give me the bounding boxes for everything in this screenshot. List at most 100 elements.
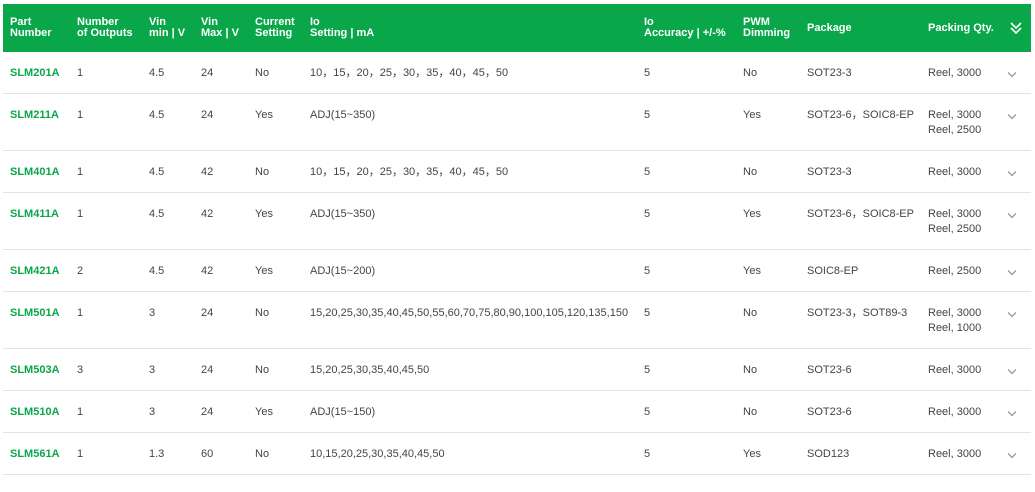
header-line: Max | V: [201, 27, 239, 39]
cell-pwm-dimming: No: [743, 406, 758, 418]
table-row[interactable]: SLM401A 1 4.5 42 No 10，15，20，25，30，35，40，45，5…: [3, 151, 1031, 193]
table-row[interactable]: SLM510A 1 3 24 Yes ADJ(15~150) 5 No SOT23-6 Reel,…: [3, 391, 1031, 433]
table-row[interactable]: SLM561A 1 1.3 60 No 10,15,20,25,30,35,40,45,5…: [3, 433, 1031, 475]
cell-pwm-dimming: Yes: [743, 109, 761, 121]
cell-current-setting: No: [255, 307, 270, 319]
chevron-down-icon[interactable]: [1007, 111, 1017, 120]
cell-vin-max: 42: [201, 166, 214, 178]
chevron-down-icon[interactable]: [1007, 366, 1017, 375]
cell-part-number[interactable]: SLM510A: [10, 405, 60, 420]
header-line: Setting: [255, 27, 293, 39]
chevron-down-icon[interactable]: [1007, 168, 1017, 177]
header-packing-qty: Packing Qty.: [928, 4, 994, 52]
cell-io-accuracy: 5: [644, 448, 651, 460]
cell-vin-max: 42: [201, 208, 214, 220]
chevron-down-icon[interactable]: [1007, 450, 1017, 459]
table-row[interactable]: SLM503A 3 3 24 No 15,20,25,30,35,40,45,50 5 No S…: [3, 349, 1031, 391]
cell-vin-min: 4.5: [149, 67, 165, 79]
cell-io-accuracy: 5: [644, 208, 651, 220]
chevron-down-icon[interactable]: [1007, 267, 1017, 276]
cell-output-count: 1: [77, 448, 84, 460]
cell-io-accuracy: 5: [644, 265, 651, 277]
header-line: Package: [807, 21, 852, 34]
cell-current-setting: Yes: [255, 265, 273, 277]
cell-vin-min: 4.5: [149, 109, 165, 121]
cell-pwm-dimming: No: [743, 364, 758, 376]
chevron-down-icon[interactable]: [1007, 408, 1017, 417]
cell-part-number[interactable]: SLM201A: [10, 66, 60, 81]
cell-io-setting: 10,15,20,25,30,35,40,45,50: [310, 448, 445, 460]
cell-part-number[interactable]: SLM503A: [10, 363, 60, 378]
packing-line: Reel, 3000: [928, 406, 982, 418]
cell-output-count: 1: [77, 67, 84, 79]
cell-vin-min: 3: [149, 406, 156, 418]
cell-vin-min: 1.3: [149, 448, 165, 460]
table-row[interactable]: SLM501A 1 3 24 No 15,20,25,30,35,40,45,50,55,…: [3, 292, 1031, 349]
cell-part-number[interactable]: SLM561A: [10, 447, 60, 462]
cell-part-number[interactable]: SLM401A: [10, 165, 60, 180]
cell-io-setting: 10，15，20，25，30，35，40，45，50: [310, 67, 509, 79]
cell-packing-qty: Reel, 3000: [928, 66, 981, 81]
cell-pwm-dimming: No: [743, 166, 758, 178]
cell-current-setting: No: [255, 67, 270, 79]
cell-part-number[interactable]: SLM211A: [10, 108, 59, 123]
cell-package: SOT23-6，SOIC8-EP: [807, 109, 914, 121]
cell-package: SOD123: [807, 448, 850, 460]
packing-line: Reel, 3000: [928, 448, 982, 460]
table-header: Part Number Number of Outputs Vin min | V Vin M…: [3, 4, 1031, 52]
header-io-setting: Io Setting | mA: [310, 4, 374, 52]
cell-io-setting: 10，15，20，25，30，35，40，45，50: [310, 166, 509, 178]
header-package: Package: [807, 4, 852, 52]
table-body: SLM201A 1 4.5 24 No 10，15，20，25，30，35，40，45，5…: [3, 52, 1031, 475]
cell-vin-min: 4.5: [149, 265, 165, 277]
cell-output-count: 1: [77, 109, 84, 121]
table-row[interactable]: SLM421A 2 4.5 42 Yes ADJ(15~200) 5 Yes SOIC8-EP R…: [3, 250, 1031, 292]
cell-output-count: 1: [77, 166, 84, 178]
table-row[interactable]: SLM411A 1 4.5 42 Yes ADJ(15~350) 5 Yes SOT23-6，S…: [3, 193, 1031, 250]
cell-io-setting: ADJ(15~150): [310, 406, 376, 418]
cell-packing-qty: Reel, 3000: [928, 165, 981, 180]
cell-packing-qty: Reel, 3000: [928, 363, 981, 378]
cell-part-number[interactable]: SLM501A: [10, 306, 60, 321]
cell-vin-max: 42: [201, 265, 214, 277]
packing-line: Reel, 2500: [928, 223, 982, 235]
cell-output-count: 1: [77, 208, 84, 220]
cell-output-count: 3: [77, 364, 84, 376]
header-line: of Outputs: [77, 27, 133, 39]
packing-line: Reel, 3000: [928, 67, 982, 79]
cell-output-count: 1: [77, 307, 84, 319]
cell-part-number[interactable]: SLM421A: [10, 264, 60, 279]
cell-package: SOT23-6: [807, 406, 852, 418]
cell-part-number[interactable]: SLM411A: [10, 207, 59, 222]
cell-pwm-dimming: Yes: [743, 265, 761, 277]
cell-io-accuracy: 5: [644, 307, 651, 319]
cell-pwm-dimming: No: [743, 67, 758, 79]
chevron-down-icon[interactable]: [1007, 309, 1017, 318]
table-row[interactable]: SLM201A 1 4.5 24 No 10，15，20，25，30，35，40，45，5…: [3, 52, 1031, 94]
cell-pwm-dimming: Yes: [743, 448, 761, 460]
cell-current-setting: Yes: [255, 109, 273, 121]
packing-line: Reel, 3000: [928, 208, 982, 220]
table-row[interactable]: SLM211A 1 4.5 24 Yes ADJ(15~350) 5 Yes SOT23-6，S…: [3, 94, 1031, 151]
cell-vin-max: 24: [201, 307, 214, 319]
cell-package: SOT23-3: [807, 166, 852, 178]
packing-line: Reel, 1000: [928, 322, 982, 334]
header-vin-max: Vin Max | V: [201, 4, 239, 52]
cell-packing-qty: Reel, 3000: [928, 405, 981, 420]
header-line: min | V: [149, 27, 186, 39]
expand-all-button[interactable]: [1009, 20, 1023, 36]
packing-line: Reel, 2500: [928, 265, 982, 277]
packing-line: Reel, 3000: [928, 109, 982, 121]
header-io-accuracy: Io Accuracy | +/-%: [644, 4, 726, 52]
chevron-down-icon[interactable]: [1007, 69, 1017, 78]
cell-packing-qty: Reel, 3000 Reel, 1000: [928, 306, 981, 336]
header-part-number: Part Number: [10, 4, 52, 52]
cell-current-setting: No: [255, 364, 270, 376]
cell-current-setting: Yes: [255, 406, 273, 418]
packing-line: Reel, 3000: [928, 166, 982, 178]
cell-io-setting: 15,20,25,30,35,40,45,50: [310, 364, 430, 376]
cell-io-accuracy: 5: [644, 67, 651, 79]
packing-line: Reel, 2500: [928, 124, 982, 136]
chevron-down-icon[interactable]: [1007, 210, 1017, 219]
cell-vin-min: 4.5: [149, 208, 165, 220]
